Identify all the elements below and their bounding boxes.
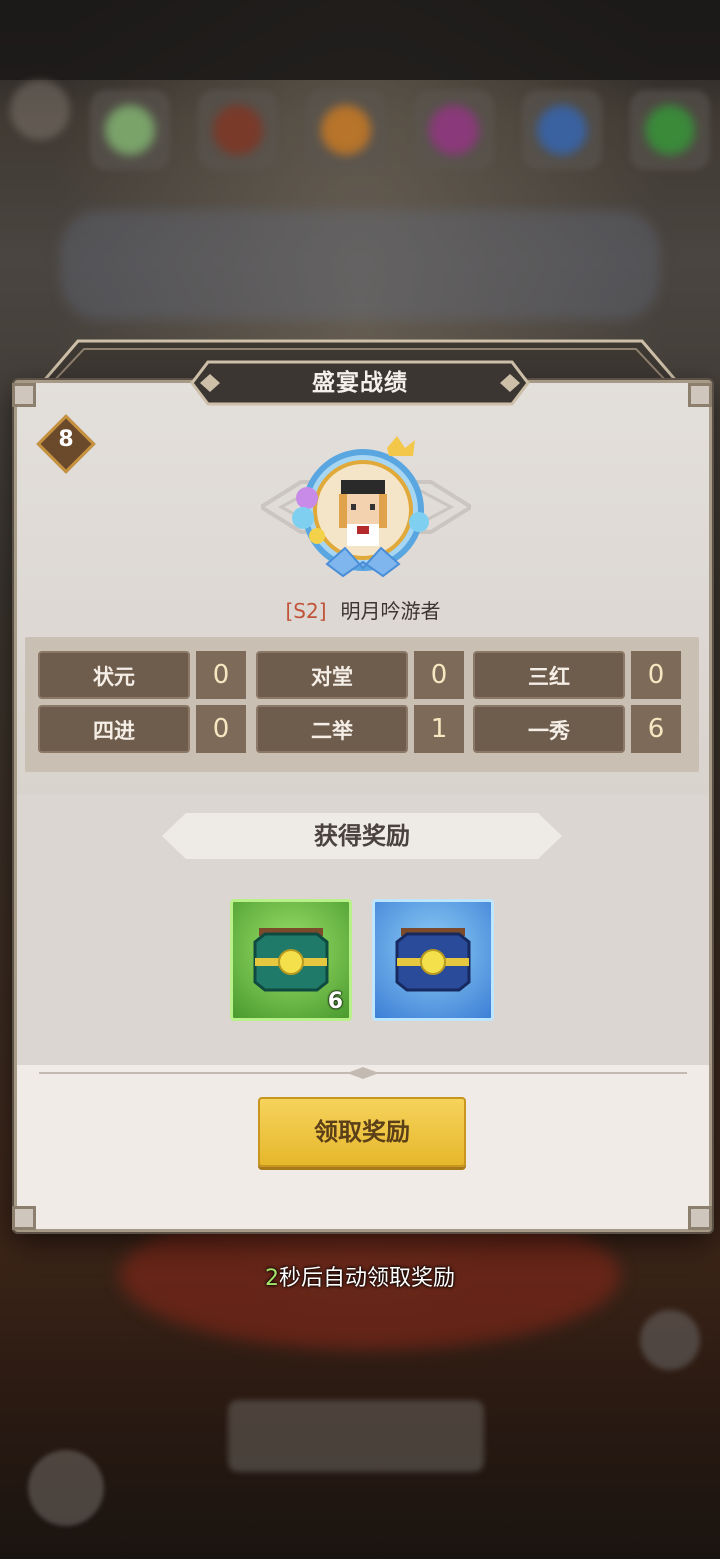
- player-avatar[interactable]: [287, 436, 439, 588]
- divider-ornament-icon: [347, 1067, 379, 1079]
- stat-label: 四进: [38, 705, 190, 753]
- reward-item-count: 6: [327, 989, 343, 1014]
- rewards-title: 获得奖励: [314, 822, 410, 850]
- background-icon: [630, 90, 710, 170]
- stat-label: 一秀: [473, 705, 625, 753]
- background-round-button: [640, 1310, 700, 1370]
- background-icon: [198, 90, 278, 170]
- background-top-bar: [0, 0, 720, 80]
- dialog-title: 盛宴战绩: [312, 370, 408, 396]
- frame-corner: [688, 1206, 712, 1230]
- background-round-button: [28, 1450, 104, 1526]
- frame-corner: [688, 383, 712, 407]
- stat-label: 三红: [473, 651, 625, 699]
- background-menu-icons: [90, 90, 710, 170]
- background-icon: [414, 90, 494, 170]
- stat-value: 0: [196, 705, 246, 753]
- results-dialog: 8 [S2] 明月吟游者 状元 0 对堂 0 三红 0 四进 0 二举 1 一秀…: [14, 380, 712, 1232]
- rank-badge-number: 8: [58, 427, 74, 452]
- stat-value: 1: [414, 705, 464, 753]
- reward-item-blue-chest[interactable]: [372, 899, 494, 1021]
- stats-grid: 状元 0 对堂 0 三红 0 四进 0 二举 1 一秀 6: [25, 637, 699, 772]
- stat-label: 对堂: [256, 651, 408, 699]
- stat-label: 状元: [38, 651, 190, 699]
- background-button: [228, 1400, 484, 1472]
- season-tag: [S2]: [285, 599, 327, 623]
- claim-reward-button[interactable]: 领取奖励: [258, 1097, 466, 1167]
- frame-corner: [12, 1206, 36, 1230]
- reward-item-green-chest[interactable]: 6: [230, 899, 352, 1021]
- background-icon: [306, 90, 386, 170]
- background-banner: [60, 210, 660, 320]
- player-name: 明月吟游者: [340, 599, 441, 623]
- countdown-seconds: 2: [264, 1266, 279, 1291]
- countdown-text: 秒后自动领取奖励: [278, 1266, 455, 1291]
- green-chest-icon: [253, 928, 329, 992]
- frame-corner: [12, 383, 36, 407]
- stat-label: 二举: [256, 705, 408, 753]
- auto-claim-countdown: 2秒后自动领取奖励: [0, 1260, 720, 1292]
- stat-value: 0: [196, 651, 246, 699]
- background-icon: [522, 90, 602, 170]
- stat-value: 0: [414, 651, 464, 699]
- stat-value: 0: [631, 651, 681, 699]
- stat-value: 6: [631, 705, 681, 753]
- background-avatar: [10, 80, 70, 140]
- blue-chest-icon: [395, 928, 471, 992]
- player-name-line: [S2] 明月吟游者: [17, 595, 709, 624]
- background-icon: [90, 90, 170, 170]
